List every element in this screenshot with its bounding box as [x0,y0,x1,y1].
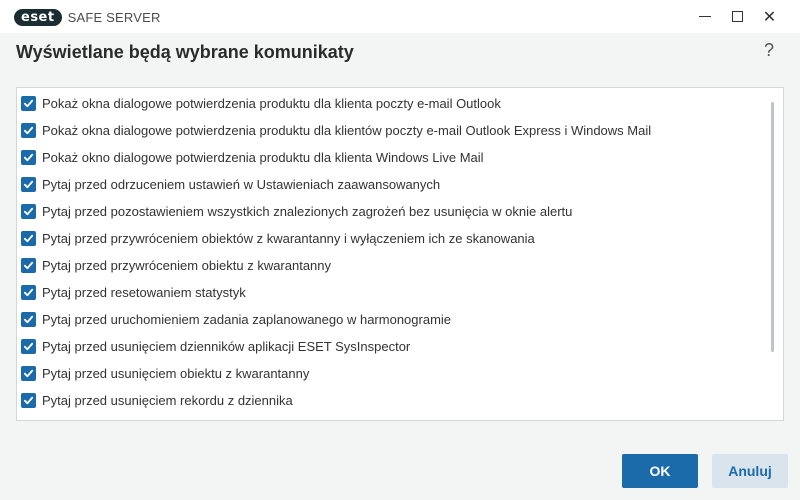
messages-list-panel: Pokaż okna dialogowe potwierdzenia produ… [16,87,784,421]
checkbox[interactable] [21,231,36,246]
checkmark-icon [23,288,34,297]
checkmark-icon [23,369,34,378]
list-item[interactable]: Pytaj przed usunięciem dzienników aplika… [17,333,773,360]
help-icon[interactable]: ? [764,40,774,61]
eset-logo: eset [14,8,62,26]
close-icon: ✕ [762,8,777,26]
item-label: Pytaj przed przywróceniem obiektów z kwa… [42,231,535,246]
checkmark-icon [23,99,34,108]
minimize-icon [698,16,711,17]
maximize-button[interactable] [721,0,754,33]
page-title: Wyświetlane będą wybrane komunikaty [16,42,354,62]
app-logo: eset SAFE SERVER [14,8,161,26]
item-label: Pokaż okno dialogowe potwierdzenia produ… [42,150,484,165]
checkmark-icon [23,153,34,162]
checkmark-icon [23,126,34,135]
checkbox[interactable] [21,96,36,111]
item-label: Pytaj przed pozostawieniem wszystkich zn… [42,204,573,219]
item-label: Pytaj przed usunięciem obiektu z kwarant… [42,366,310,381]
list-item[interactable]: Pytaj przed przywróceniem obiektu z kwar… [17,252,773,279]
item-label: Pytaj przed resetowaniem statystyk [42,285,246,300]
close-button[interactable]: ✕ [753,0,786,33]
item-label: Pytaj przed usunięciem dzienników aplika… [42,339,411,354]
list-item[interactable]: Pytaj przed odrzuceniem ustawień w Ustaw… [17,171,773,198]
checkmark-icon [23,396,34,405]
checkbox[interactable] [21,393,36,408]
list-item[interactable]: Pokaż okna dialogowe potwierdzenia produ… [17,90,773,117]
cancel-button[interactable]: Anuluj [712,454,788,488]
checkbox[interactable] [21,177,36,192]
app-name: SAFE SERVER [67,9,161,25]
checkbox[interactable] [21,204,36,219]
checkmark-icon [23,261,34,270]
list-item[interactable]: Pytaj przed usunięciem obiektu z kwarant… [17,360,773,387]
checkmark-icon [23,207,34,216]
list-item[interactable]: Pytaj przed resetowaniem statystyk [17,279,773,306]
checkmark-icon [23,180,34,189]
item-label: Pytaj przed uruchomieniem zadania zaplan… [42,312,452,327]
list-item[interactable] [17,414,773,421]
checkbox[interactable] [21,420,36,421]
item-label: Pytaj przed usunięciem rekordu z dzienni… [42,393,293,408]
messages-list: Pokaż okna dialogowe potwierdzenia produ… [17,90,773,421]
checkbox[interactable] [21,123,36,138]
item-label: Pytaj przed odrzuceniem ustawień w Ustaw… [42,177,441,192]
title-bar: eset SAFE SERVER ✕ [0,0,800,33]
checkmark-icon [23,234,34,243]
list-item[interactable]: Pytaj przed pozostawieniem wszystkich zn… [17,198,773,225]
minimize-button[interactable] [688,0,721,33]
checkmark-icon [23,342,34,351]
checkmark-icon [23,315,34,324]
item-label: Pytaj przed przywróceniem obiektu z kwar… [42,258,332,273]
list-item[interactable]: Pokaż okna dialogowe potwierdzenia produ… [17,117,773,144]
checkbox[interactable] [21,366,36,381]
list-item[interactable]: Pytaj przed usunięciem rekordu z dzienni… [17,387,773,414]
list-item[interactable]: Pytaj przed przywróceniem obiektów z kwa… [17,225,773,252]
checkbox[interactable] [21,258,36,273]
item-label: Pokaż okna dialogowe potwierdzenia produ… [42,123,652,138]
checkbox[interactable] [21,339,36,354]
maximize-icon [732,11,743,22]
scrollbar[interactable] [771,102,774,352]
checkbox[interactable] [21,312,36,327]
list-item[interactable]: Pokaż okno dialogowe potwierdzenia produ… [17,144,773,171]
ok-button[interactable]: OK [622,454,698,488]
checkbox[interactable] [21,285,36,300]
list-item[interactable]: Pytaj przed uruchomieniem zadania zaplan… [17,306,773,333]
item-label: Pokaż okna dialogowe potwierdzenia produ… [42,96,501,111]
checkbox[interactable] [21,150,36,165]
